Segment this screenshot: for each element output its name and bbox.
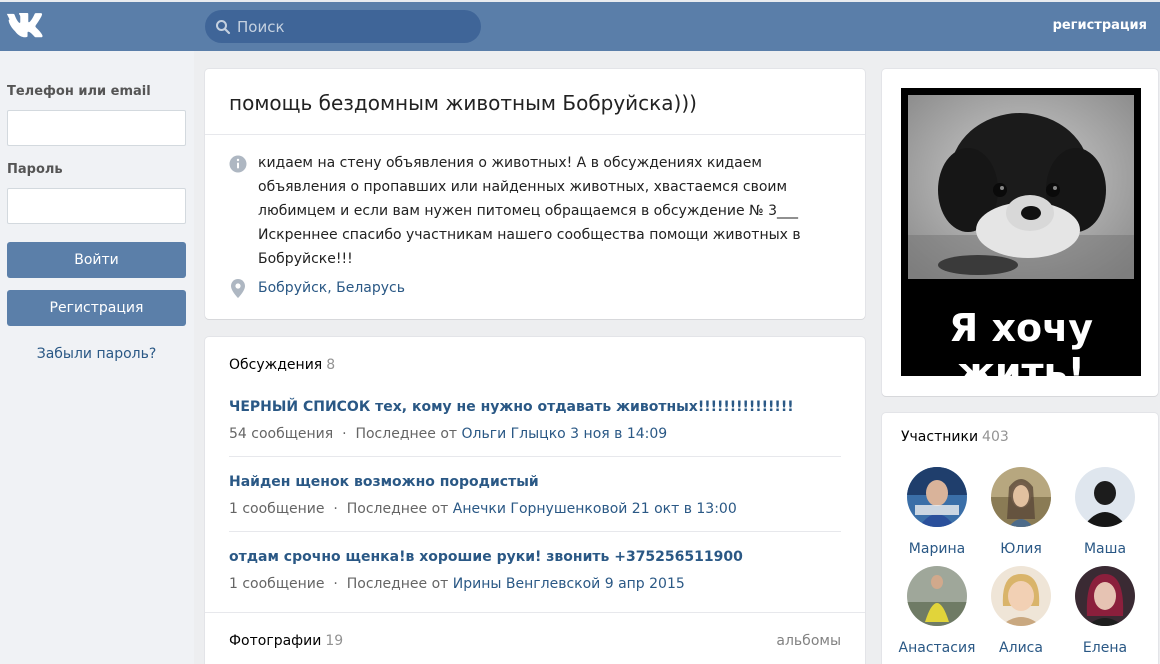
group-avatar-image[interactable]: Я хочу жить! [901, 88, 1141, 394]
topic-last-author[interactable]: Анечки Горнушенковой 21 окт в 13:00 [453, 501, 737, 517]
poster-caption: Я хочу жить! [949, 306, 1093, 394]
topic-last-prefix: Последнее от [346, 501, 449, 517]
register-button[interactable]: Регистрация [7, 290, 186, 326]
photos-title: Фотографии [229, 633, 322, 649]
member-item[interactable]: Марина [895, 467, 979, 557]
topic-divider [229, 531, 841, 532]
group-location-link[interactable]: Бобруйск, Беларусь [258, 280, 405, 296]
forgot-password-link[interactable]: Забыли пароль? [7, 346, 186, 362]
topic-meta: 1 сообщение · Последнее от Анечки Горнуш… [229, 501, 841, 517]
member-name[interactable]: Алиса [979, 640, 1063, 656]
topic-last-author[interactable]: Ольги Глыцко 3 ноя в 14:09 [462, 426, 668, 442]
discussion-topic[interactable]: Найден щенок возможно породистый 1 сообщ… [229, 474, 841, 517]
topic-post-count: 54 сообщения [229, 426, 334, 442]
topic-title[interactable]: ЧЕРНЫЙ СПИСОК тех, кому не нужно отдават… [229, 399, 841, 415]
topic-title[interactable]: Найден щенок возможно породистый [229, 474, 841, 490]
members-count: 403 [982, 429, 1009, 445]
avatar[interactable] [907, 467, 967, 527]
discussions-title: Обсуждения [229, 357, 323, 373]
discussions-count: 8 [326, 357, 336, 373]
login-panel: Телефон или email Пароль Войти Регистрац… [0, 51, 194, 664]
vk-logo-icon[interactable] [5, 12, 47, 38]
phone-email-field[interactable] [7, 110, 186, 146]
search-box[interactable] [205, 10, 481, 43]
password-label: Пароль [7, 162, 63, 177]
avatar[interactable] [1075, 566, 1135, 626]
member-item[interactable]: Маша [1063, 467, 1147, 557]
members-card: Участники 403 Марина Юлия Маша Анастасия… [882, 413, 1158, 664]
member-name[interactable]: Елена [1063, 640, 1147, 656]
avatar[interactable] [907, 566, 967, 626]
member-name[interactable]: Юлия [979, 541, 1063, 557]
search-icon [216, 20, 231, 35]
puppy-photo [908, 95, 1134, 279]
search-input[interactable] [237, 10, 473, 43]
member-item[interactable]: Елена [1063, 566, 1147, 656]
discussions-card: Обсуждения 8 ЧЕРНЫЙ СПИСОК тех, кому не н… [205, 337, 865, 664]
topic-last-prefix: Последнее от [355, 426, 458, 442]
discussions-header[interactable]: Обсуждения 8 [229, 357, 335, 373]
discussion-topic[interactable]: отдам срочно щенка!в хорошие руки! звони… [229, 549, 841, 592]
login-button[interactable]: Войти [7, 242, 186, 278]
avatar[interactable] [991, 566, 1051, 626]
location-pin-icon [231, 279, 245, 298]
topic-meta: 1 сообщение · Последнее от Ирины Венглев… [229, 576, 841, 592]
info-icon [229, 155, 247, 173]
divider [205, 134, 865, 135]
meta-separator: · [342, 426, 347, 442]
member-item[interactable]: Алиса [979, 566, 1063, 656]
group-info-card: помощь бездомным животным Бобруйска))) к… [205, 69, 865, 319]
member-item[interactable]: Юлия [979, 467, 1063, 557]
topic-last-author[interactable]: Ирины Венглевской 9 апр 2015 [453, 576, 685, 592]
member-name[interactable]: Маша [1063, 541, 1147, 557]
photos-header[interactable]: Фотографии 19 [229, 633, 343, 649]
meta-separator: · [333, 576, 338, 592]
section-divider [205, 612, 865, 613]
topic-divider [229, 456, 841, 457]
topic-last-prefix: Последнее от [346, 576, 449, 592]
member-item[interactable]: Анастасия [895, 566, 979, 656]
avatar[interactable] [1075, 467, 1135, 527]
topic-post-count: 1 сообщение [229, 501, 325, 517]
group-description: кидаем на стену объявления о животных! А… [258, 155, 801, 267]
albums-link[interactable]: альбомы [776, 633, 841, 649]
group-avatar-card: Я хочу жить! [882, 69, 1158, 396]
register-link[interactable]: регистрация [1053, 18, 1147, 33]
meta-separator: · [333, 501, 338, 517]
topic-meta: 54 сообщения · Последнее от Ольги Глыцко… [229, 426, 841, 442]
header-highlight [0, 0, 1160, 2]
members-header[interactable]: Участники 403 [901, 429, 1009, 445]
member-name[interactable]: Анастасия [895, 640, 979, 656]
password-field[interactable] [7, 188, 186, 224]
page-title: помощь бездомным животным Бобруйска))) [229, 91, 697, 115]
topic-post-count: 1 сообщение [229, 576, 325, 592]
topic-title[interactable]: отдам срочно щенка!в хорошие руки! звони… [229, 549, 841, 565]
avatar[interactable] [991, 467, 1051, 527]
member-name[interactable]: Марина [895, 541, 979, 557]
phone-label: Телефон или email [7, 84, 151, 99]
discussion-topic[interactable]: ЧЕРНЫЙ СПИСОК тех, кому не нужно отдават… [229, 399, 841, 442]
members-title: Участники [901, 429, 979, 445]
top-header: регистрация [0, 0, 1160, 51]
photos-count: 19 [325, 633, 344, 649]
